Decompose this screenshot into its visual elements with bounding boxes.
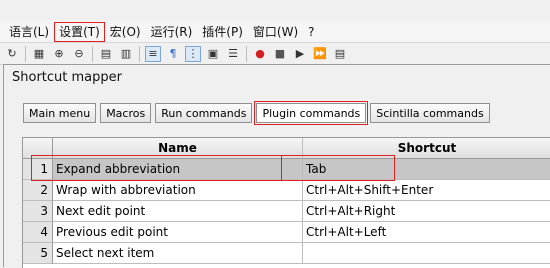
toolbar-separator: [246, 45, 247, 62]
row-number: 2: [23, 180, 53, 201]
menu-help[interactable]: ?: [303, 22, 319, 42]
command-shortcut[interactable]: [303, 243, 550, 264]
zoom-out-icon[interactable]: ⊖: [71, 46, 87, 62]
shortcut-grid: Name Shortcut 1 Expand abbreviation Tab …: [22, 137, 550, 268]
toolbar-separator: [139, 45, 140, 62]
menu-bar: 语言(L) 设置(T) 宏(O) 运行(R) 插件(P) 窗口(W) ?: [0, 21, 550, 43]
tab-scintilla-commands[interactable]: Scintilla commands: [370, 103, 490, 123]
toolbar-separator: [92, 45, 93, 62]
row-number: 4: [23, 222, 53, 243]
stop-icon[interactable]: ■: [272, 46, 288, 62]
toolbar: ↻ ▦ ⊕ ⊖ ▤ ▥ ≡ ¶ ⋮ ▣ ☰ ● ■ ▶ ⏩ ▤: [0, 43, 550, 65]
save-macro-icon[interactable]: ▤: [332, 46, 348, 62]
sync-h-icon[interactable]: ▥: [118, 46, 134, 62]
tab-plugin-commands[interactable]: Plugin commands: [254, 101, 369, 125]
table-row[interactable]: 4 Previous edit point Ctrl+Alt+Left: [23, 222, 550, 243]
sync-v-icon[interactable]: ▤: [98, 46, 114, 62]
menu-run[interactable]: 运行(R): [146, 22, 198, 42]
row-number-header: [23, 138, 53, 159]
play-icon[interactable]: ▶: [292, 46, 308, 62]
menu-settings[interactable]: 设置(T): [54, 21, 105, 42]
indent-guide-icon[interactable]: ⋮: [185, 45, 201, 62]
command-shortcut[interactable]: Ctrl+Alt+Left: [303, 222, 550, 243]
category-tabs: Main menu Macros Run commands Plugin com…: [23, 101, 490, 125]
toolbar-separator: [25, 45, 26, 62]
tab-main-menu[interactable]: Main menu: [23, 103, 97, 123]
menu-window[interactable]: 窗口(W): [248, 22, 303, 42]
table-row[interactable]: 5 Select next item: [23, 243, 550, 264]
command-name[interactable]: Wrap with abbreviation: [53, 180, 303, 201]
table-row[interactable]: 2 Wrap with abbreviation Ctrl+Alt+Shift+…: [23, 180, 550, 201]
tab-run-commands[interactable]: Run commands: [155, 103, 253, 123]
menu-plugins[interactable]: 插件(P): [197, 22, 248, 42]
record-icon[interactable]: ●: [252, 46, 268, 62]
shortcut-column-header[interactable]: Shortcut: [303, 138, 550, 159]
tab-macros[interactable]: Macros: [100, 103, 152, 123]
command-name[interactable]: Expand abbreviation: [53, 159, 303, 180]
wrap-icon[interactable]: ≡: [145, 45, 161, 62]
menu-macro[interactable]: 宏(O): [105, 22, 146, 42]
command-name[interactable]: Next edit point: [53, 201, 303, 222]
row-number: 5: [23, 243, 53, 264]
zoom-in-icon[interactable]: ⊕: [51, 46, 67, 62]
doc-map-icon[interactable]: ▣: [205, 46, 221, 62]
command-name[interactable]: Previous edit point: [53, 222, 303, 243]
func-list-icon[interactable]: ☰: [225, 46, 241, 62]
menu-language[interactable]: 语言(L): [4, 22, 54, 42]
command-shortcut[interactable]: Ctrl+Alt+Shift+Enter: [303, 180, 550, 201]
refresh-icon[interactable]: ↻: [4, 46, 20, 62]
shortcut-mapper-dialog: Shortcut mapper Main menu Macros Run com…: [3, 64, 550, 268]
name-column-header[interactable]: Name: [53, 138, 303, 159]
command-shortcut[interactable]: Ctrl+Alt+Right: [303, 201, 550, 222]
command-name[interactable]: Select next item: [53, 243, 303, 264]
grid-header: Name Shortcut: [23, 138, 550, 159]
table-row[interactable]: 1 Expand abbreviation Tab: [23, 159, 550, 180]
dialog-title: Shortcut mapper: [12, 70, 122, 85]
table-row[interactable]: 3 Next edit point Ctrl+Alt+Right: [23, 201, 550, 222]
paragraph-icon[interactable]: ¶: [165, 46, 181, 62]
command-shortcut[interactable]: Tab: [303, 159, 550, 180]
play-multi-icon[interactable]: ⏩: [312, 46, 328, 62]
row-number: 3: [23, 201, 53, 222]
row-number: 1: [23, 159, 53, 180]
print-icon[interactable]: ▦: [31, 46, 47, 62]
